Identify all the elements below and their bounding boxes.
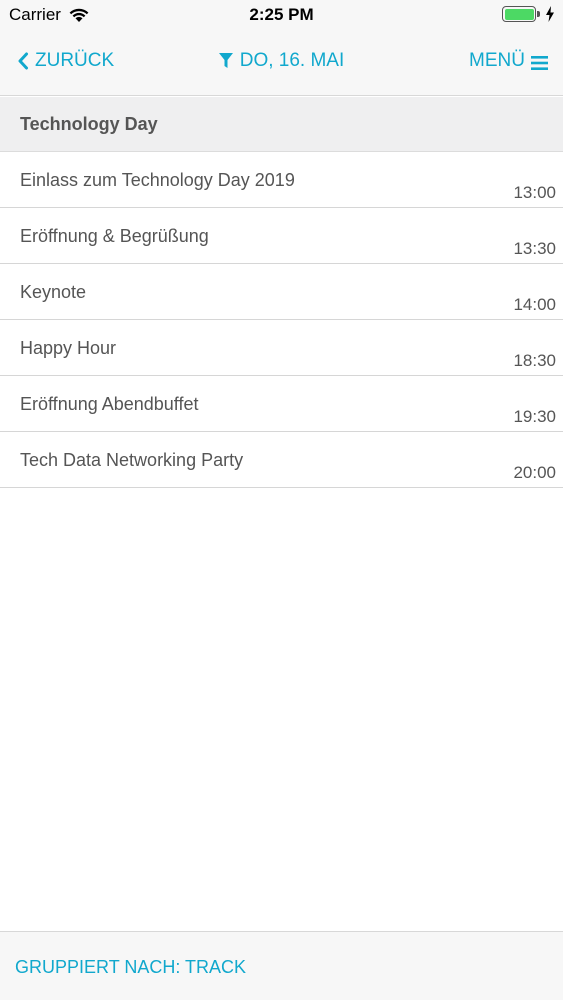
event-row[interactable]: Einlass zum Technology Day 2019 13:00 (0, 152, 563, 208)
event-title: Tech Data Networking Party (20, 450, 244, 470)
nav-bar: ZURÜCK DO, 16. MAI MENÜ (0, 30, 563, 96)
battery-indicator (502, 6, 555, 22)
event-title: Keynote (20, 282, 87, 302)
section-header: Technology Day (0, 97, 563, 152)
event-list: Einlass zum Technology Day 2019 13:00 Er… (0, 152, 563, 488)
hamburger-icon (531, 54, 548, 70)
event-title: Happy Hour (20, 338, 117, 358)
battery-fill (504, 8, 534, 20)
status-time: 2:25 PM (249, 5, 314, 24)
event-title: Eröffnung Abendbuffet (20, 394, 199, 414)
event-time: 14:00 (513, 295, 556, 314)
event-row[interactable]: Happy Hour 18:30 (0, 320, 563, 376)
date-label: DO, 16. MAI (239, 50, 345, 71)
event-row[interactable]: Eröffnung & Begrüßung 13:30 (0, 208, 563, 264)
menu-button[interactable]: MENÜ (469, 50, 548, 72)
event-time: 18:30 (513, 351, 556, 370)
event-time: 13:30 (513, 239, 556, 258)
event-time: 13:00 (513, 183, 556, 202)
section-title: Technology Day (20, 114, 158, 134)
event-row[interactable]: Keynote 14:00 (0, 264, 563, 320)
event-row[interactable]: Tech Data Networking Party 20:00 (0, 432, 563, 488)
event-time: 20:00 (513, 463, 556, 482)
event-title: Einlass zum Technology Day 2019 (20, 170, 295, 190)
battery-tip (537, 11, 540, 17)
status-bar: Carrier 2:25 PM (0, 0, 563, 30)
battery-icon (502, 6, 536, 22)
event-time: 19:30 (513, 407, 556, 426)
charging-bolt-icon (545, 6, 555, 22)
group-by-button[interactable]: GRUPPIERT NACH: TRACK (15, 957, 246, 978)
menu-label: MENÜ (469, 50, 525, 71)
filter-icon (218, 53, 233, 69)
event-title: Eröffnung & Begrüßung (20, 226, 209, 246)
event-row[interactable]: Eröffnung Abendbuffet 19:30 (0, 376, 563, 432)
footer-bar: GRUPPIERT NACH: TRACK (0, 931, 563, 1000)
screen: Carrier 2:25 PM ZURÜCK DO, 16. MAI MENÜ … (0, 0, 563, 1000)
